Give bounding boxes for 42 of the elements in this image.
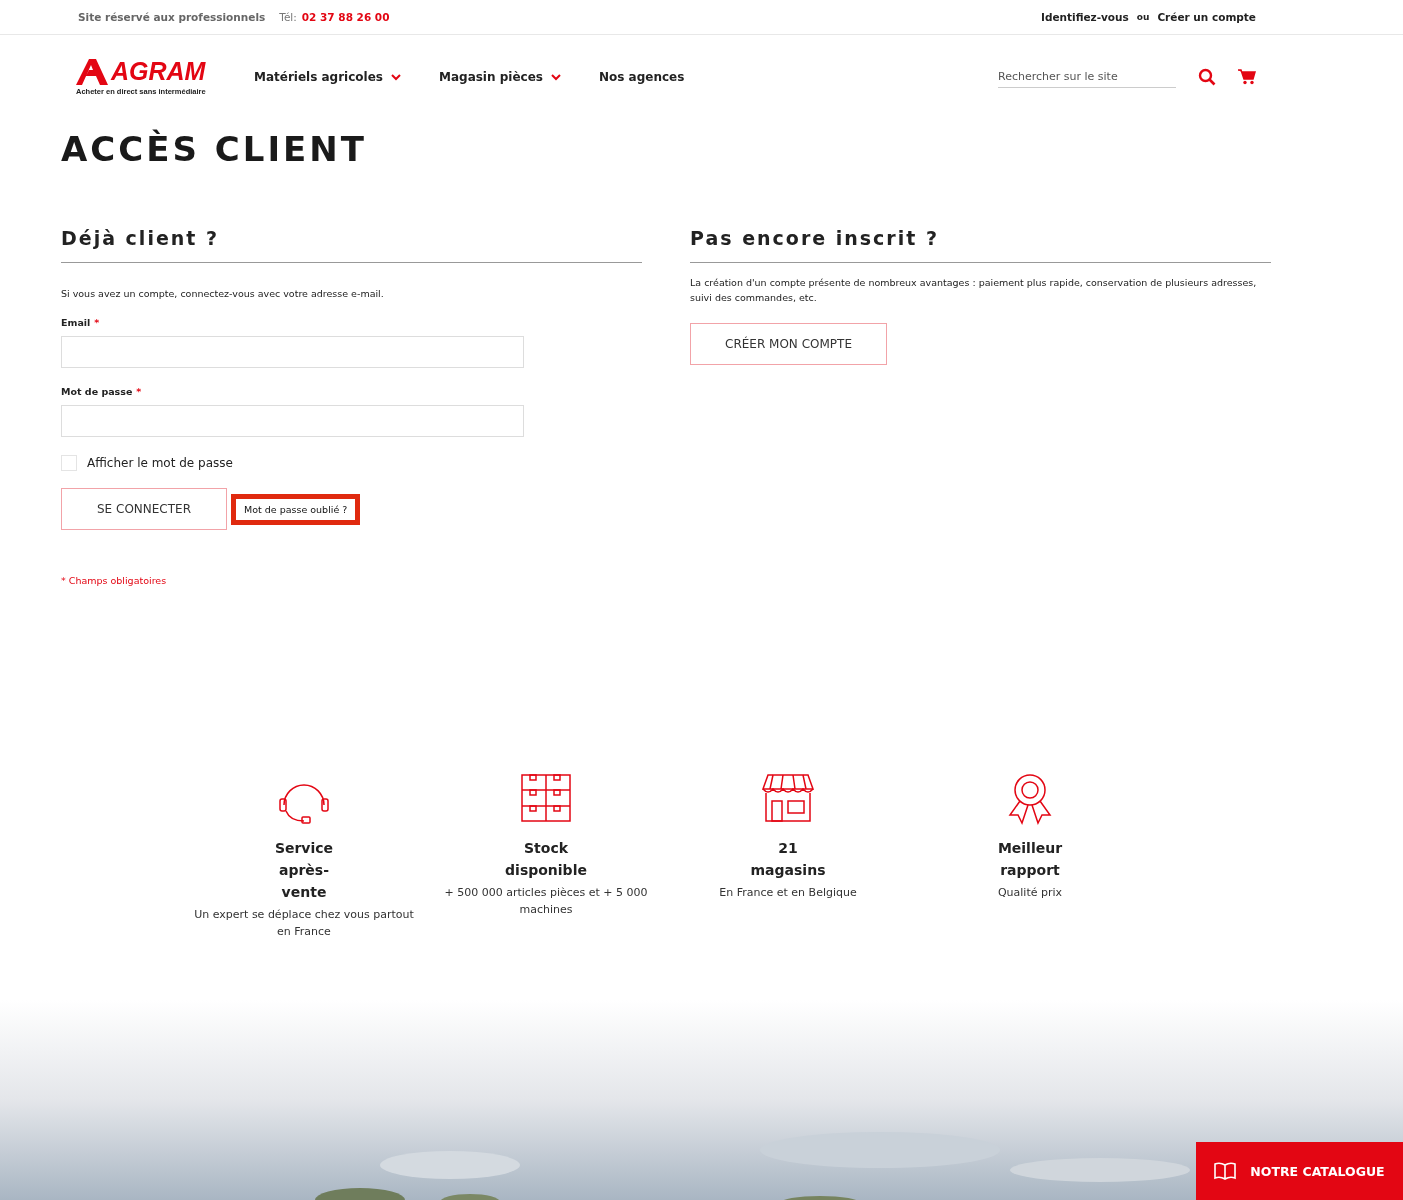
logo-mark-icon	[76, 58, 108, 85]
section-title: Pas encore inscrit ?	[690, 227, 1271, 263]
login-intro: Si vous avez un compte, connectez-vous avec votre adresse e-mail.	[61, 288, 385, 299]
professional-notice: Site réservé aux professionnels	[78, 11, 266, 23]
chevron-down-icon	[391, 73, 401, 81]
open-book-icon	[1214, 1162, 1237, 1180]
logo-text: AGRAM	[111, 59, 206, 84]
feature-title: Stock disponible	[504, 839, 588, 880]
checkbox[interactable]	[61, 455, 77, 471]
feature-text: En France et en Belgique	[718, 885, 858, 901]
feature-title: Meilleur rapport	[996, 839, 1064, 880]
input-field[interactable]	[61, 336, 524, 368]
page-title: ACCÈS CLIENT	[61, 128, 368, 169]
register-link[interactable]: Créer un compte	[1157, 11, 1256, 23]
feature-text: Qualité prix	[996, 885, 1064, 901]
cart-icon[interactable]	[1238, 69, 1256, 85]
field-label: Mot de passe *	[61, 386, 143, 397]
feature-text: Un expert se déplace chez vous partout en France	[193, 907, 415, 940]
register-text: La création d'un compte présente de nombreux avantages : paiement plus rapide, conservation de plusieurs adresses, suivi des commandes, etc.	[690, 276, 1258, 305]
field-label: Email *	[61, 317, 101, 328]
login-link[interactable]: Identifiez-vous	[1041, 11, 1129, 23]
nav-link[interactable]: Nos agences	[598, 70, 685, 84]
feature-title: 21 magasins	[749, 839, 827, 880]
chevron-down-icon	[550, 73, 561, 81]
nav-link[interactable]: Matériels agricoles	[254, 70, 401, 84]
create-account-button[interactable]: CRÉER MON COMPTE	[690, 323, 887, 365]
required-note: * Champs obligatoires	[61, 575, 168, 586]
catalogue-button[interactable]: NOTRE CATALOGUE	[1196, 1142, 1403, 1200]
feature-title: Service après-vente	[273, 839, 335, 902]
section-title: Déjà client ?	[61, 227, 642, 263]
search-icon[interactable]	[1198, 68, 1216, 86]
phone-link[interactable]: 02 37 88 26 00	[301, 11, 390, 23]
separator-text: ou	[1136, 12, 1150, 22]
input-field[interactable]	[61, 405, 524, 437]
forgot-password-link[interactable]: Mot de passe oublié ?	[231, 493, 361, 525]
feature-text: + 500 000 articles pièces et + 5 000 machines	[443, 885, 649, 918]
store-icon	[760, 771, 816, 825]
checkbox-label: Afficher le mot de passe	[87, 456, 233, 470]
login-button[interactable]: SE CONNECTER	[61, 488, 227, 530]
stacked-boxes-icon	[518, 771, 574, 825]
phone-label: Tél:	[279, 11, 297, 23]
nav-link[interactable]: Magasin pièces	[439, 70, 561, 84]
